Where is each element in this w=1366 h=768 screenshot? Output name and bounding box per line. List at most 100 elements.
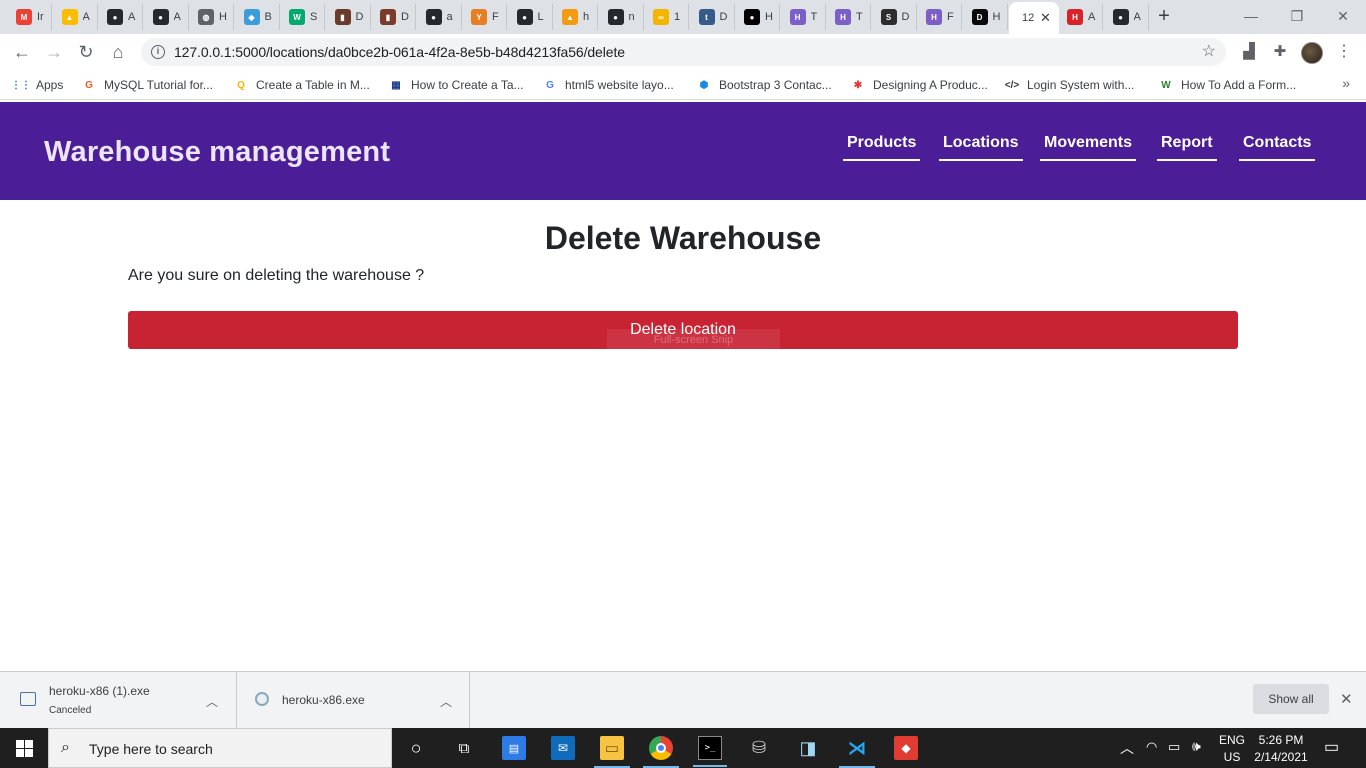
- browser-tab[interactable]: ● n: [600, 4, 644, 30]
- profile-avatar[interactable]: [1301, 42, 1323, 64]
- browser-tab[interactable]: 12 ✕: [1009, 2, 1059, 34]
- url-text[interactable]: 127.0.0.1:5000/locations/da0bce2b-061a-4…: [174, 44, 625, 60]
- bookmark-item[interactable]: ⋮⋮ Apps: [11, 76, 63, 94]
- installer-globe-icon: [255, 692, 269, 706]
- minimize-button[interactable]: —: [1228, 0, 1274, 34]
- show-all-downloads-button[interactable]: Show all: [1253, 684, 1329, 714]
- browser-tab[interactable]: WS: [281, 4, 325, 30]
- browser-tab[interactable]: ∞ 1: [645, 4, 689, 30]
- browser-tab[interactable]: ● A: [145, 4, 189, 30]
- file-explorer-icon[interactable]: ▭: [594, 736, 630, 768]
- language-indicator[interactable]: ENG US: [1219, 733, 1245, 768]
- bookmark-item[interactable]: ▦ How to Create a Ta...: [389, 76, 523, 94]
- infinity-icon: ∞: [653, 9, 669, 25]
- windows-logo-icon: [15, 739, 33, 757]
- nav-locations[interactable]: Locations: [939, 134, 1023, 161]
- bookmark-label: Login System with...: [1027, 78, 1135, 92]
- browser-tab[interactable]: YF: [463, 4, 507, 30]
- browser-tab[interactable]: tD: [691, 4, 735, 30]
- taskbar-search[interactable]: ⌕ Type here to search: [48, 728, 392, 768]
- notepad-icon[interactable]: ◨: [796, 736, 820, 760]
- clock[interactable]: 5:26 PM 2/14/2021: [1252, 733, 1310, 768]
- code-icon: </>: [1004, 79, 1020, 91]
- restore-button[interactable]: ❐: [1274, 0, 1320, 34]
- nav-products[interactable]: Products: [843, 134, 921, 161]
- browser-tab[interactable]: HA: [1059, 4, 1103, 30]
- nav-contacts[interactable]: Contacts: [1239, 134, 1316, 161]
- language-code: ENG: [1219, 733, 1246, 747]
- browser-tab-strip: M Ir ▲ A ● A ● A ◍ H ◆ B W S ▮ D ▮ D ● a Y F ● L ▲ h ● n ∞ 1 t D ● H H T H T S…: [0, 0, 1366, 34]
- browser-tab[interactable]: ● A: [99, 4, 143, 30]
- nav-movements[interactable]: Movements: [1040, 134, 1137, 161]
- reload-button[interactable]: ↻: [72, 38, 100, 66]
- bookmark-item[interactable]: ⬢ Bootstrap 3 Contac...: [697, 76, 832, 94]
- clock-date: 2/14/2021: [1254, 750, 1308, 764]
- store-icon[interactable]: ▤: [502, 736, 526, 760]
- start-button[interactable]: [0, 728, 48, 768]
- forward-button[interactable]: →: [40, 38, 68, 66]
- address-bar[interactable]: i 127.0.0.1:5000/locations/da0bce2b-061a…: [141, 38, 1226, 66]
- new-tab-button[interactable]: +: [1151, 5, 1177, 29]
- mail-icon[interactable]: ✉: [551, 736, 575, 760]
- browser-tab[interactable]: ● A: [1105, 4, 1149, 30]
- bookmark-item[interactable]: </> Login System with...: [1004, 76, 1135, 94]
- tab-title: a: [446, 11, 453, 23]
- browser-tab[interactable]: ● H: [736, 4, 780, 30]
- chevron-up-icon[interactable]: ︿: [440, 693, 452, 710]
- google-icon: G: [546, 79, 554, 91]
- site-info-icon[interactable]: i: [151, 45, 165, 59]
- close-tab-icon[interactable]: ✕: [1040, 10, 1051, 26]
- browser-tab[interactable]: M Ir: [8, 4, 52, 30]
- git-icon[interactable]: ◆: [894, 736, 918, 760]
- browser-tab[interactable]: ◍ H: [190, 4, 234, 30]
- tray-expand-icon[interactable]: ︿: [1120, 738, 1134, 768]
- browser-tab[interactable]: ● a: [418, 4, 462, 30]
- browser-tab[interactable]: ▮ D: [327, 4, 371, 30]
- browser-tab[interactable]: HF: [918, 4, 962, 30]
- close-window-button[interactable]: ✕: [1320, 0, 1366, 34]
- volume-icon[interactable]: 🕪: [1192, 738, 1201, 768]
- bookmark-item[interactable]: Ghtml5 website layo...: [543, 76, 674, 94]
- battery-icon[interactable]: ▭: [1168, 739, 1180, 768]
- terminal-icon[interactable]: >_: [693, 736, 727, 767]
- chrome-icon[interactable]: [643, 736, 679, 768]
- download-item[interactable]: heroku-x86.exe ︿: [237, 672, 470, 728]
- browser-tab[interactable]: ◆ B: [236, 4, 280, 30]
- browser-tab[interactable]: SD: [873, 4, 917, 30]
- site-brand[interactable]: Warehouse management: [44, 136, 390, 169]
- browser-tab[interactable]: ▲ A: [54, 4, 98, 30]
- vscode-icon[interactable]: ⋊: [839, 736, 875, 768]
- browser-tab[interactable]: HT: [782, 4, 826, 30]
- bookmark-item[interactable]: W How To Add a Form...: [1159, 76, 1296, 94]
- bookmark-item[interactable]: G MySQL Tutorial for...: [82, 76, 213, 94]
- task-view-icon[interactable]: ⧉: [452, 736, 476, 760]
- home-button[interactable]: ⌂: [104, 38, 132, 66]
- browser-tab[interactable]: ▲ h: [554, 4, 598, 30]
- database-icon[interactable]: ⛁: [747, 736, 771, 760]
- network-icon[interactable]: ◠: [1146, 739, 1157, 768]
- bookmark-label: Bootstrap 3 Contac...: [719, 78, 832, 92]
- download-status: Canceled: [49, 705, 92, 716]
- browser-tab[interactable]: HT: [827, 4, 871, 30]
- nav-report[interactable]: Report: [1157, 134, 1217, 161]
- back-button[interactable]: ←: [8, 38, 36, 66]
- snip-overlay-hint: Full-screen Snip: [607, 329, 780, 349]
- browser-tab[interactable]: ● L: [509, 4, 553, 30]
- close-shelf-icon[interactable]: ✕: [1340, 690, 1353, 708]
- browser-tab[interactable]: DH: [964, 4, 1008, 30]
- menu-kebab-icon[interactable]: ⋮: [1334, 42, 1354, 62]
- more-bookmarks-icon[interactable]: »: [1342, 75, 1350, 91]
- tab-title: A: [173, 11, 181, 23]
- extension-chart-icon[interactable]: ▟: [1239, 42, 1259, 62]
- triangle-icon: ▲: [562, 9, 578, 25]
- tab-title: n: [628, 11, 635, 23]
- cortana-icon[interactable]: ○: [404, 736, 428, 760]
- bookmark-item[interactable]: ✱ Designing A Produc...: [851, 76, 988, 94]
- browser-tab[interactable]: ▮ D: [372, 4, 416, 30]
- extensions-puzzle-icon[interactable]: ✚: [1270, 42, 1290, 62]
- download-item[interactable]: heroku-x86 (1).exe Canceled ︿: [0, 672, 237, 728]
- notifications-icon[interactable]: ▭: [1324, 737, 1339, 768]
- bookmark-item[interactable]: Q Create a Table in M...: [234, 76, 370, 94]
- bookmark-star-icon[interactable]: ☆: [1202, 41, 1216, 61]
- chevron-up-icon[interactable]: ︿: [206, 693, 218, 710]
